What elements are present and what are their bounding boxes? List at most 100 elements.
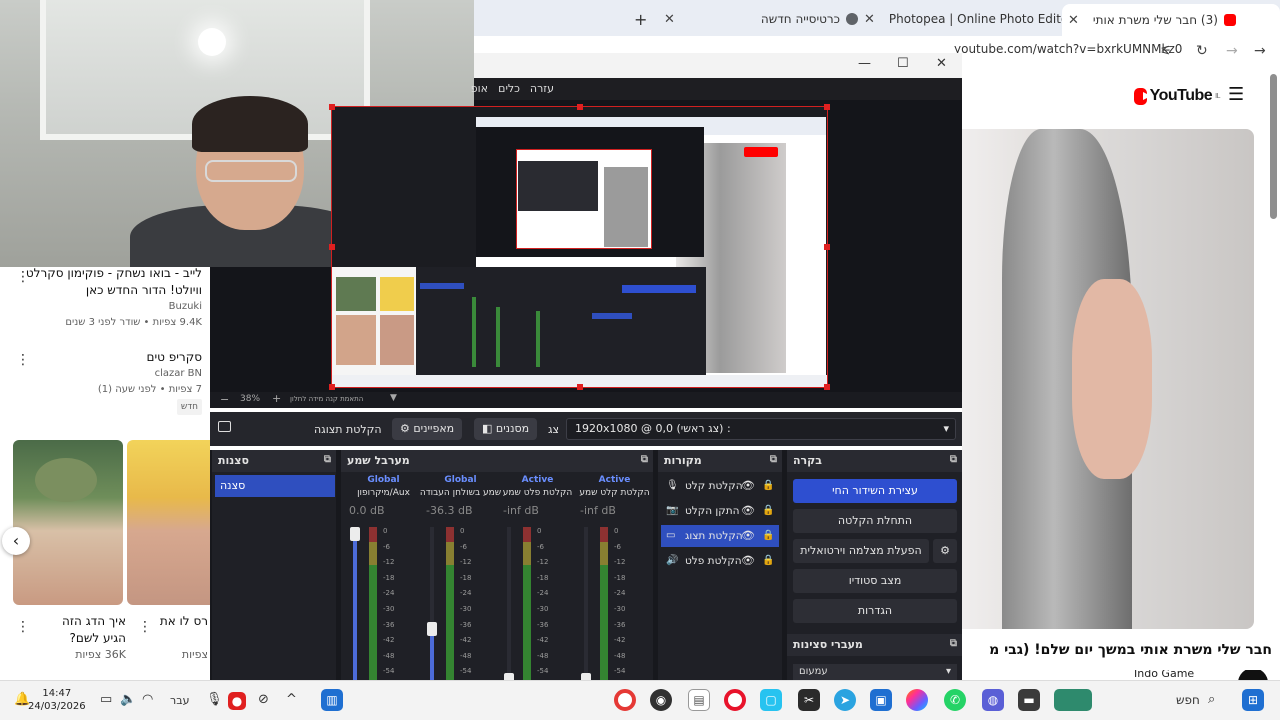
properties-button[interactable]: ⚙ מאפיינים	[392, 418, 463, 440]
meter-scale-tick: -6	[614, 542, 621, 551]
undock-icon[interactable]: ⧉	[950, 638, 957, 649]
close-icon[interactable]: ✕	[1068, 13, 1079, 28]
tab-youtube-active[interactable]: ✕ (3) חבר שלי משרת אותי במשך	[1062, 4, 1280, 36]
search-icon[interactable]: ⌕	[1208, 692, 1215, 707]
tab-new-tab[interactable]: ✕ כרטיסייה חדשה	[664, 6, 859, 32]
search-label[interactable]: חפש	[1176, 693, 1200, 707]
hamburger-menu-icon[interactable]: ☰	[1228, 84, 1244, 105]
visibility-eye-icon[interactable]: 👁	[741, 550, 755, 572]
short-thumbnail[interactable]	[127, 440, 210, 605]
short-item[interactable]: איך הדג הזה הגיע לשם? 36K צפיות	[40, 613, 126, 663]
youtube-recommendations: ⋮ לייב - בואו נשחק - פוקימון סקרלט וויול…	[0, 267, 210, 680]
file-explorer-icon[interactable]: ▢	[760, 689, 782, 711]
start-virtual-camera-button[interactable]: הפעלת מצלמה וירטואלית	[793, 539, 929, 563]
close-window-button[interactable]: ✕	[936, 56, 947, 71]
menu-help[interactable]: עזרה	[530, 82, 554, 95]
short-thumbnail[interactable]	[13, 440, 123, 605]
list-item[interactable]: סקריפ טים clazar BN 7 צפיות • לפני שעה (…	[17, 349, 202, 415]
scene-item[interactable]: סצנה	[215, 475, 335, 497]
chrome-icon[interactable]	[614, 689, 636, 711]
chevron-left-icon[interactable]: ‹	[2, 527, 30, 555]
app-icon[interactable]	[1054, 689, 1092, 711]
reload-icon[interactable]: ↻	[1196, 43, 1208, 59]
gear-icon[interactable]: ⚙	[933, 539, 957, 563]
whatsapp-icon[interactable]: ✆	[944, 689, 966, 711]
zoom-in-button[interactable]: +	[272, 392, 281, 405]
settings-button[interactable]: הגדרות	[793, 599, 957, 623]
chevron-down-icon[interactable]: ▼	[390, 393, 397, 403]
lock-icon[interactable]: 🔒	[762, 475, 774, 497]
language-indicator[interactable]: עבר	[170, 694, 189, 707]
new-tab-button[interactable]: +	[634, 6, 647, 32]
video-player[interactable]	[962, 129, 1254, 629]
mixer-channel-scope: Global	[367, 475, 400, 485]
microsoft-store-icon[interactable]: ▣	[870, 689, 892, 711]
microphone-icon[interactable]: 🎙	[206, 692, 223, 707]
telegram-icon[interactable]: ➤	[834, 689, 856, 711]
volume-icon[interactable]: 🔈	[120, 692, 136, 707]
visibility-eye-icon[interactable]: 👁	[741, 475, 755, 497]
tab-photopea[interactable]: ✕ Photopea | Online Photo Editor	[864, 6, 1092, 32]
volume-fader[interactable]	[353, 527, 357, 680]
avatar[interactable]	[1238, 670, 1268, 680]
copilot-icon[interactable]	[906, 689, 928, 711]
close-icon[interactable]: ✕	[864, 12, 875, 27]
start-recording-button[interactable]: התחלת הקלטה	[793, 509, 957, 533]
visibility-eye-icon[interactable]: 👁	[741, 500, 755, 522]
start-windows-icon[interactable]: ⊞	[1242, 689, 1264, 711]
capcut-icon[interactable]: ✂	[798, 689, 820, 711]
menu-tools[interactable]: כלים	[498, 82, 520, 95]
widgets-icon[interactable]: ▥	[321, 689, 343, 711]
visibility-eye-icon[interactable]: 👁	[741, 525, 755, 547]
undock-icon[interactable]: ⧉	[950, 454, 957, 465]
stop-streaming-button[interactable]: עצירת השידור החי	[793, 479, 957, 503]
zoom-out-button[interactable]: −	[220, 393, 229, 406]
volume-fader[interactable]	[507, 527, 511, 680]
transitions-title: מעברי סצינות	[793, 638, 863, 651]
lock-icon[interactable]: 🔒	[762, 550, 774, 572]
volume-fader[interactable]	[430, 527, 434, 680]
undock-icon[interactable]: ⧉	[641, 454, 648, 465]
list-item[interactable]: לייב - בואו נשחק - פוקימון סקרלט וויולט!…	[17, 267, 202, 331]
meter-scale-tick: -18	[537, 573, 549, 582]
obs-tray-icon[interactable]: ●	[228, 692, 246, 710]
filters-button[interactable]: ◧ מסננים	[474, 418, 538, 440]
source-item[interactable]: 🎙 הקלטת קלט 👁 🔒	[661, 475, 779, 497]
obs-icon[interactable]: ◉	[650, 689, 672, 711]
source-item-selected[interactable]: ▭ הקלטת תצוג 👁 🔒	[661, 525, 779, 547]
lock-icon[interactable]: 🔒	[762, 525, 774, 547]
back-icon[interactable]: →	[1254, 43, 1266, 59]
studio-mode-button[interactable]: מצב סטודיו	[793, 569, 957, 593]
minimize-button[interactable]: —	[858, 56, 871, 71]
short-item[interactable]: רס לו את צפיות	[150, 613, 208, 663]
volume-fader-knob[interactable]	[350, 527, 360, 541]
undock-icon[interactable]: ⧉	[324, 454, 331, 465]
tune-icon[interactable]: ⚟	[1160, 44, 1172, 59]
discord-icon[interactable]: ◍	[982, 689, 1004, 711]
youtube-logo[interactable]: YouTube IL	[1134, 86, 1220, 106]
system-clock[interactable]: 14:47 24/03/2026	[28, 687, 86, 713]
battery-icon[interactable]: ▭	[100, 692, 112, 707]
lock-icon[interactable]: 🔒	[762, 500, 774, 522]
wifi-icon[interactable]: ◠	[142, 692, 153, 707]
source-item[interactable]: 🔊 הקלטת פלט 👁 🔒	[661, 550, 779, 572]
undock-icon[interactable]: ⧉	[770, 454, 777, 465]
obs-preview-canvas[interactable]	[329, 104, 830, 390]
volume-fader-fill	[353, 527, 357, 680]
transition-select[interactable]: עמעום ▾	[793, 664, 957, 680]
forward-icon[interactable]: →	[1226, 43, 1238, 59]
notepad-icon[interactable]: ▤	[688, 689, 710, 711]
maximize-button[interactable]: ☐	[897, 56, 909, 71]
scrollbar[interactable]	[1270, 74, 1277, 219]
opera-icon[interactable]	[724, 689, 746, 711]
display-select[interactable]: 1920x1080 @ 0,0 (צג ראשי) : ▾	[566, 418, 956, 440]
source-item[interactable]: 📷 התקן הקלט 👁 🔒	[661, 500, 779, 522]
menu-options[interactable]: אופ	[471, 82, 488, 95]
app-icon[interactable]: ▬	[1018, 689, 1040, 711]
close-icon[interactable]: ✕	[664, 12, 675, 27]
volume-fader-knob[interactable]	[427, 621, 437, 636]
volume-fader[interactable]	[584, 527, 588, 680]
location-off-icon[interactable]: ⊘	[258, 692, 269, 707]
more-options-icon[interactable]: ⋮	[16, 619, 30, 635]
chevron-up-icon[interactable]: ^	[286, 692, 297, 707]
